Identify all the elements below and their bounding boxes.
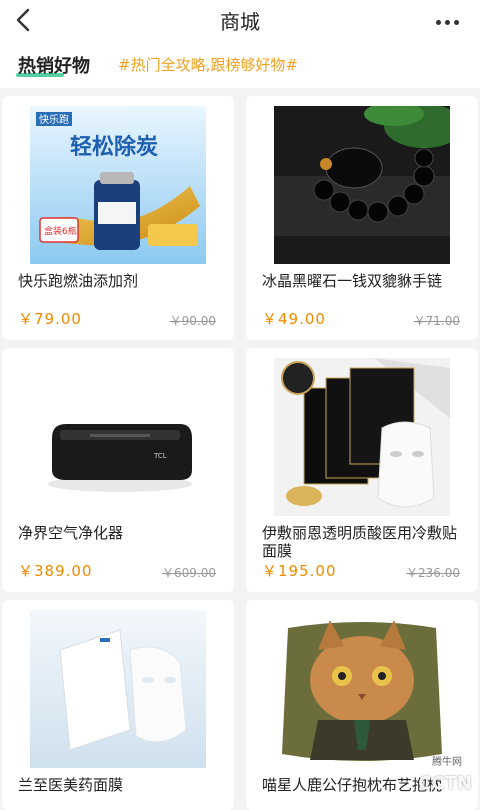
page-title: 商城 [0, 6, 480, 35]
hot-section-header: 热销好物 #热门全攻略,跟榜够好物# [0, 40, 480, 88]
product-price: ￥195.00 [262, 560, 337, 581]
watermark-small: 腾牛网 [432, 753, 462, 768]
product-image [274, 358, 450, 516]
product-name: 兰至医美药面膜 [18, 776, 223, 794]
hot-subtitle: #热门全攻略,跟榜够好物# [118, 54, 298, 75]
product-card[interactable]: 冰晶黑曜石一钱双貔貅手链 ￥49.00 ￥71.00 [246, 96, 478, 340]
product-card[interactable]: 快乐跑 轻松除炭 盒装6瓶 快乐跑燃油添加剂 ￥79.00 ￥90.00 [2, 96, 234, 340]
product-name: 冰晶黑曜石一钱双貔貅手链 [262, 272, 467, 290]
product-price: ￥79.00 [18, 308, 82, 329]
svg-text:TCL: TCL [153, 452, 167, 460]
product-image [274, 106, 450, 264]
brand-logo-text: 快乐跑 [39, 113, 69, 126]
original-price: ￥236.00 [406, 564, 460, 581]
top-bar: 商城 [0, 0, 480, 40]
original-price: ￥609.00 [162, 564, 216, 581]
hot-title: 热销好物 [18, 52, 90, 78]
product-image [30, 610, 206, 768]
product-image: TCL [30, 358, 206, 516]
original-price: ￥71.00 [414, 312, 460, 329]
product-name: 快乐跑燃油添加剂 [18, 272, 223, 290]
watermark-logo: CCTN [418, 773, 472, 794]
svg-text:轻松除炭: 轻松除炭 [70, 134, 158, 160]
product-name: 净界空气净化器 [18, 524, 223, 542]
product-card[interactable]: 兰至医美药面膜 [2, 600, 234, 810]
product-image [274, 610, 450, 768]
product-card[interactable]: TCL 净界空气净化器 ￥389.00 ￥609.00 [2, 348, 234, 592]
product-card[interactable]: 伊敷丽恩透明质酸医用冷敷贴面膜 ￥195.00 ￥236.00 [246, 348, 478, 592]
product-price: ￥389.00 [18, 560, 93, 581]
product-image: 快乐跑 轻松除炭 盒装6瓶 [30, 106, 206, 264]
product-name: 伊敷丽恩透明质酸医用冷敷贴面膜 [262, 524, 467, 560]
svg-text:盒装6瓶: 盒装6瓶 [44, 225, 77, 237]
product-price: ￥49.00 [262, 308, 326, 329]
original-price: ￥90.00 [170, 312, 216, 329]
more-options-icon[interactable] [436, 10, 466, 22]
